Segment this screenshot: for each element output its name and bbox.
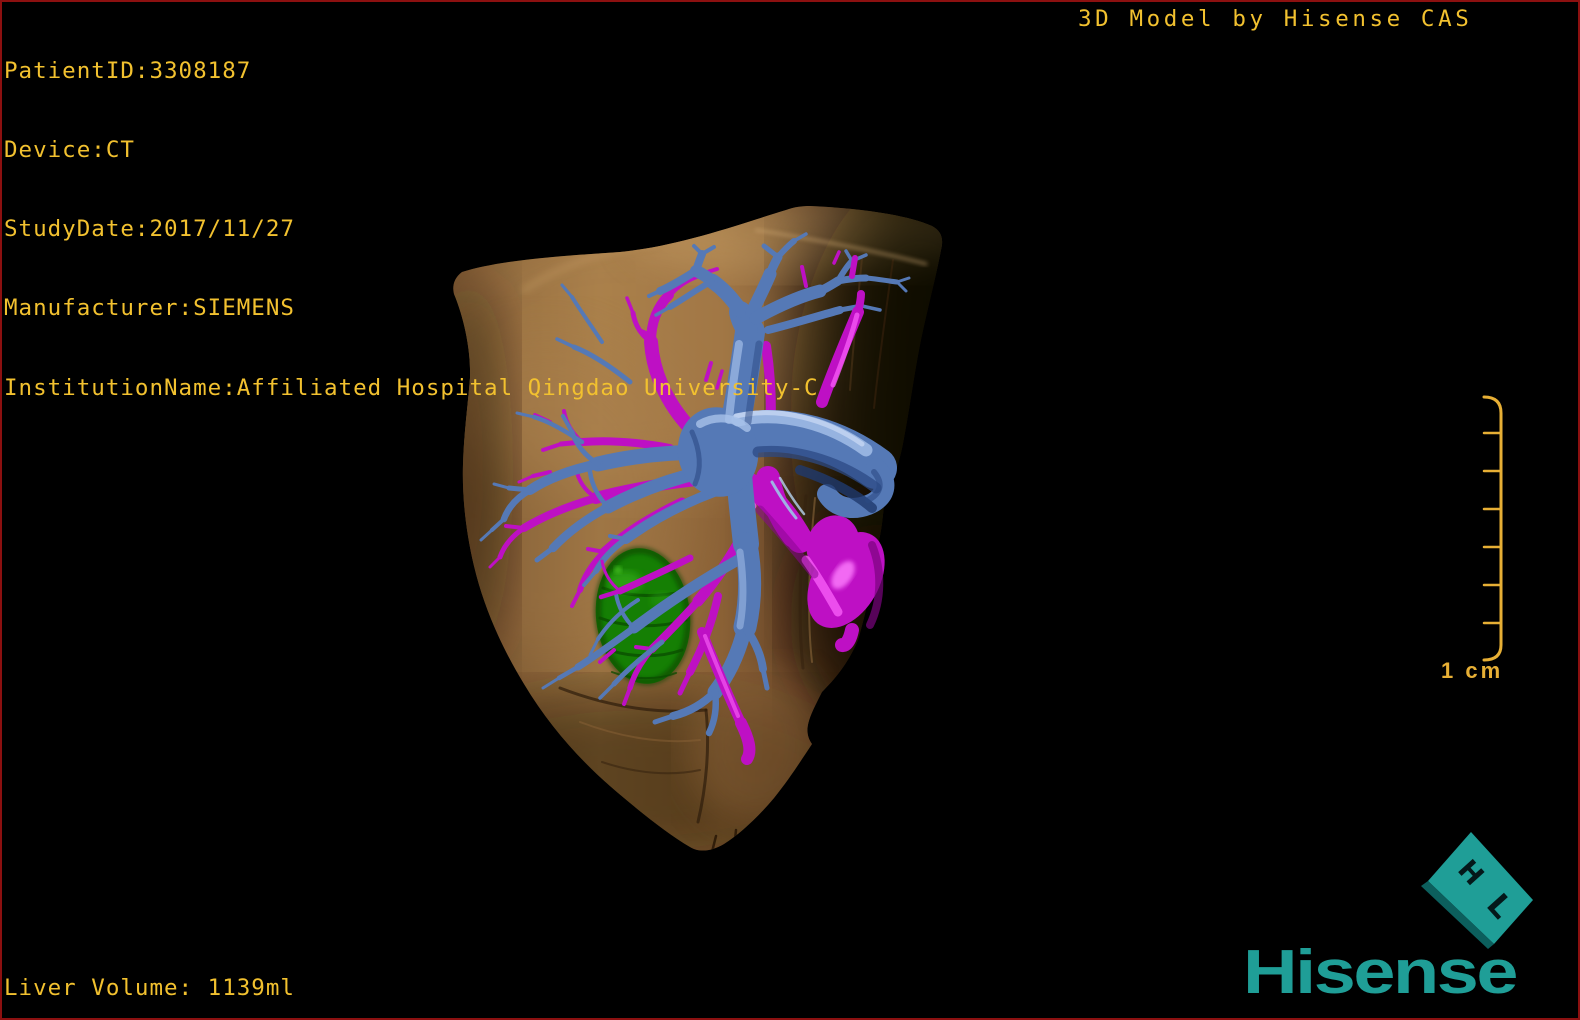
hisense-wordmark: Hisense [1243, 938, 1518, 1007]
device-line: Device:CT [4, 137, 135, 164]
patient-info-block: PatientID:3308187 Device:CT StudyDate:20… [4, 5, 819, 454]
patient-id-line: PatientID:3308187 [4, 57, 252, 84]
hisense-logo-cube: H L [1421, 832, 1533, 949]
watermark-title: 3D Model by Hisense CAS [1078, 6, 1473, 32]
manufacturer-line: Manufacturer:SIEMENS [4, 295, 295, 322]
scale-bar [1482, 395, 1503, 662]
scale-bar-label: 1 cm [1441, 658, 1504, 683]
study-date-line: StudyDate:2017/11/27 [4, 216, 295, 243]
viewer-window: H L PatientID:3308187 Device:CT StudyDat… [0, 0, 1580, 1020]
institution-line: InstitutionName:Affiliated Hospital Qing… [4, 374, 819, 401]
liver-volume-label: Liver Volume: 1139ml [4, 975, 295, 1001]
